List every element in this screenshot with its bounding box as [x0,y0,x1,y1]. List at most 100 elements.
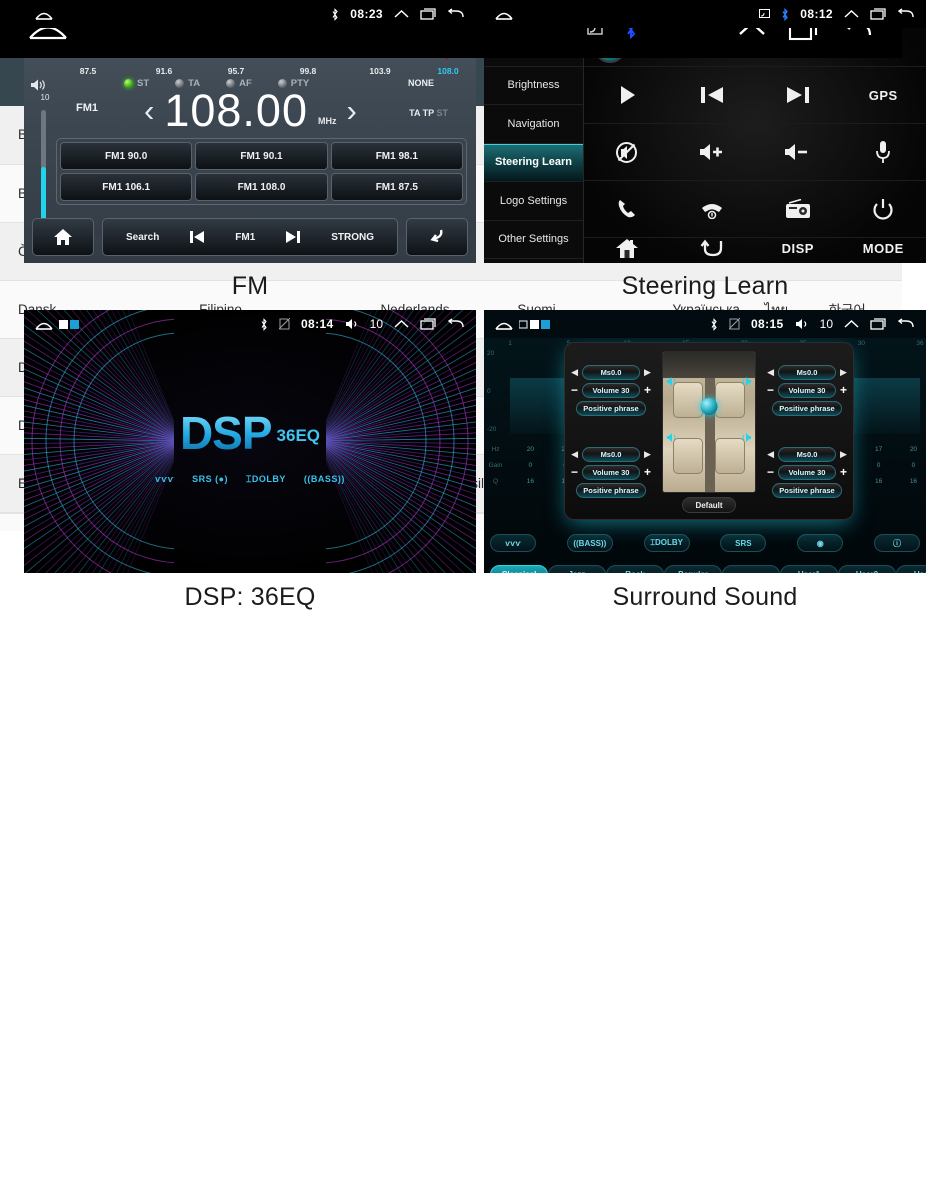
steering-button-radio[interactable] [755,180,841,237]
fm-home-button[interactable] [32,218,94,256]
fm-search-button[interactable]: Search [126,232,159,243]
steering-button-gps-text[interactable]: GPS [840,66,926,123]
default-button[interactable]: Default [682,497,736,513]
eq-preset-rock[interactable]: Rock [606,565,664,573]
steering-button-mode-text[interactable]: MODE [840,237,926,259]
steering-button-disp-text[interactable]: DISP [755,237,841,259]
delay-increase-button[interactable]: ▶ [644,449,651,460]
home-nav-icon[interactable] [494,318,514,331]
eq-preset-—[interactable]: — [722,565,780,573]
eq-preset-jazz[interactable]: Jazz [548,565,606,573]
delay-decrease-button[interactable]: ◀ [767,367,774,378]
delay-increase-button[interactable]: ▶ [840,367,847,378]
eq-q-value[interactable]: 16 [870,478,887,485]
home-nav-icon[interactable] [34,8,54,21]
phase-button[interactable]: Positive phrase [576,482,646,498]
steering-button-previous-track[interactable] [669,66,755,123]
fm-preset-button[interactable]: FM1 90.0 [60,142,193,170]
sidebar-item-brightness[interactable]: Brightness [484,67,583,105]
steering-button-home[interactable] [584,237,670,259]
sidebar-item-other-settings[interactable]: Other Settings [484,221,583,259]
steering-button-next-track[interactable] [755,66,841,123]
volume-increase-button[interactable]: + [644,465,651,479]
steering-button-volume-up[interactable] [669,123,755,180]
fm-volume-group[interactable]: 10 [30,78,60,102]
eq-gain-value[interactable]: 0 [870,462,887,469]
eq-hz-value[interactable]: 20 [522,446,539,453]
delay-increase-button[interactable]: ▶ [644,367,651,378]
steering-button-mute[interactable] [584,123,670,180]
fm-preset-button[interactable]: FM1 98.1 [330,142,463,170]
home-nav-icon[interactable] [494,8,514,21]
volume-decrease-button[interactable]: − [767,383,774,397]
chevron-up-icon[interactable] [394,9,409,20]
fm-strong-button[interactable]: STRONG [331,232,374,243]
back-nav-icon[interactable] [447,318,464,330]
steering-button-play[interactable] [584,66,670,123]
steering-button-microphone[interactable] [840,123,926,180]
chevron-up-icon[interactable] [844,319,859,330]
eq-effect-button[interactable]: ⌶DOLBY [643,534,690,552]
next-track-icon[interactable] [285,230,301,244]
recents-icon[interactable] [420,318,436,330]
back-nav-icon[interactable] [897,318,914,330]
phase-button[interactable]: Positive phrase [772,400,842,416]
delay-increase-button[interactable]: ▶ [840,449,847,460]
eq-preset-user2[interactable]: User2 [838,565,896,573]
sidebar-item-navigation[interactable]: Navigation [484,105,583,144]
fm-preset-button[interactable]: FM1 106.1 [60,173,193,201]
volume-decrease-button[interactable]: − [571,383,578,397]
steering-button-phone-hangup[interactable] [669,180,755,237]
steering-button-return[interactable] [669,237,755,259]
eq-preset-user1[interactable]: User1 [780,565,838,573]
chevron-up-icon[interactable] [844,9,859,20]
eq-q-value[interactable]: 16 [905,478,922,485]
fm-control-strip[interactable]: Search FM1 STRONG [102,218,398,256]
eq-hz-value[interactable]: 20 [905,446,922,453]
eq-preset-classical[interactable]: Classical [490,565,548,573]
eq-effect-button[interactable]: ⓘ [873,534,920,552]
sidebar-item-steering-learn[interactable]: Steering Learn [484,143,583,182]
steering-button-volume-down[interactable] [755,123,841,180]
eq-hz-value[interactable]: 17 [870,446,887,453]
volume-decrease-button[interactable]: − [571,465,578,479]
prev-track-icon[interactable] [189,230,205,244]
fm-band-button[interactable]: FM1 [235,232,255,243]
eq-preset-user3[interactable]: User3 [896,565,926,573]
eq-effect-button[interactable]: ѵѵѵ [490,534,536,552]
volume-increase-button[interactable]: + [644,383,651,397]
fm-tune-down-button[interactable]: ‹ [144,95,154,126]
home-nav-icon[interactable] [34,318,54,331]
steering-button-phone-answer[interactable] [584,180,670,237]
delay-decrease-button[interactable]: ◀ [767,449,774,460]
car-cabin-diagram[interactable]: Default [653,349,765,513]
sound-focus-orb[interactable] [700,398,718,415]
back-nav-icon[interactable] [897,8,914,20]
phase-button[interactable]: Positive phrase [772,482,842,498]
delay-decrease-button[interactable]: ◀ [571,367,578,378]
fm-volume-slider[interactable] [41,110,46,220]
sidebar-item-logo-settings[interactable]: Logo Settings [484,182,583,221]
eq-effect-button[interactable]: ◉ [797,534,844,552]
fm-preset-button[interactable]: FM1 108.0 [195,173,328,201]
steering-button-power[interactable] [840,180,926,237]
volume-decrease-button[interactable]: − [767,465,774,479]
recents-icon[interactable] [870,318,886,330]
recents-icon[interactable] [870,8,886,20]
eq-effect-button[interactable]: ((BASS)) [566,534,613,552]
eq-effect-button[interactable]: SRS [720,534,767,552]
chevron-up-icon[interactable] [394,319,409,330]
eq-gain-value[interactable]: 0 [905,462,922,469]
phase-button[interactable]: Positive phrase [576,400,646,416]
volume-increase-button[interactable]: + [840,465,847,479]
fm-preset-button[interactable]: FM1 87.5 [330,173,463,201]
fm-back-button[interactable] [406,218,468,256]
eq-preset-popular[interactable]: Popular [664,565,722,573]
eq-q-value[interactable]: 16 [522,478,539,485]
fm-tune-up-button[interactable]: › [346,95,356,126]
eq-gain-value[interactable]: 0 [522,462,539,469]
recents-icon[interactable] [420,8,436,20]
delay-decrease-button[interactable]: ◀ [571,449,578,460]
volume-increase-button[interactable]: + [840,383,847,397]
back-nav-icon[interactable] [447,8,464,20]
